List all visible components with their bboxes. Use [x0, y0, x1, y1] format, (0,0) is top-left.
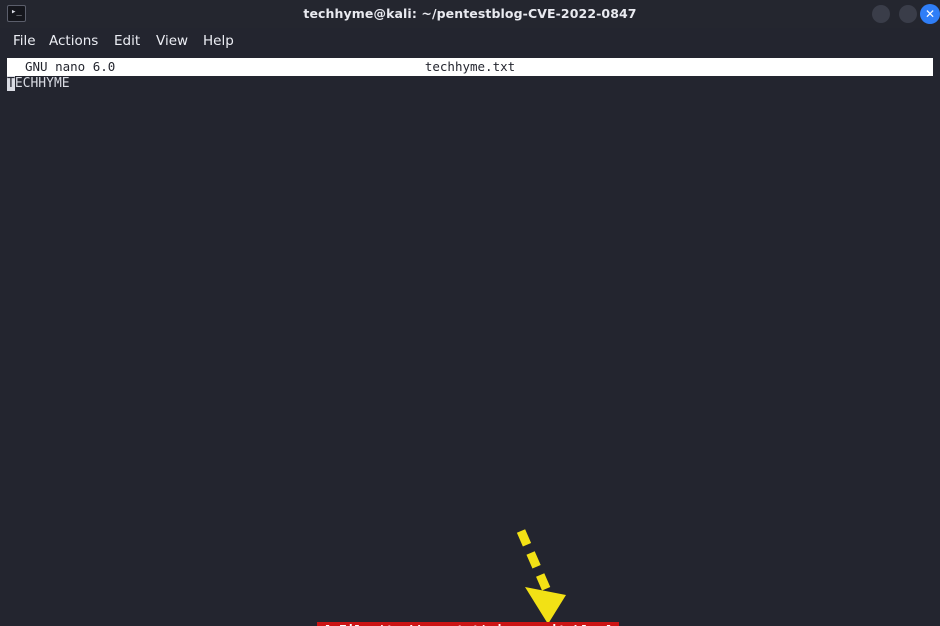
window-titlebar: ▸_ techhyme@kali: ~/pentestblog-CVE-2022…: [0, 0, 940, 28]
maximize-button[interactable]: [899, 5, 917, 23]
menu-item-edit[interactable]: Edit: [114, 28, 140, 55]
close-icon: ✕: [924, 7, 936, 21]
window-title: techhyme@kali: ~/pentestblog-CVE-2022-08…: [303, 6, 637, 21]
nano-filename-label: techhyme.txt: [424, 59, 516, 74]
terminal-body[interactable]: GNU nano 6.0 techhyme.txt TECHHYME [ Fil…: [0, 55, 940, 626]
menu-item-help[interactable]: Help: [203, 28, 234, 55]
status-message: [ File 'techhyme.txt' is unwritable ]: [317, 622, 619, 626]
menu-item-file[interactable]: File: [13, 28, 36, 55]
editor-buffer-line[interactable]: TECHHYME: [7, 75, 70, 93]
menu-item-actions[interactable]: Actions: [49, 28, 98, 55]
menu-bar: File Actions Edit View Help: [0, 28, 940, 55]
annotation-arrow-icon: [516, 529, 566, 624]
close-button[interactable]: ✕: [920, 4, 940, 24]
buffer-text: ECHHYME: [14, 76, 70, 91]
terminal-window: ▸_ techhyme@kali: ~/pentestblog-CVE-2022…: [0, 0, 940, 626]
nano-title-bar: GNU nano 6.0 techhyme.txt: [7, 58, 933, 76]
text-cursor: T: [7, 76, 15, 91]
minimize-button[interactable]: [872, 5, 890, 23]
menu-item-view[interactable]: View: [156, 28, 188, 55]
